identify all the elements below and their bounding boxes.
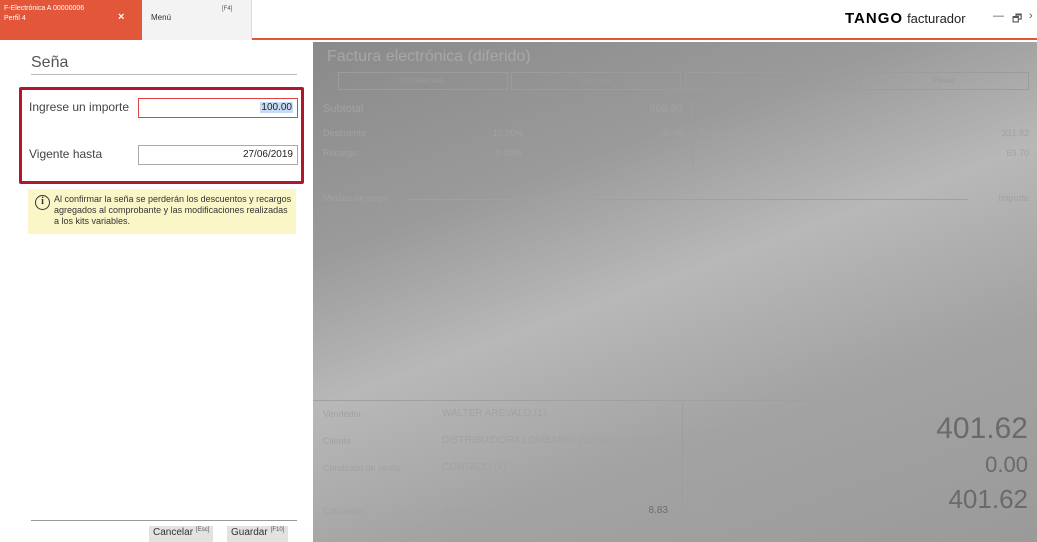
invoice-tab-promociones: Promociones [685, 72, 855, 90]
invoice-tab-pasos: Pasos [859, 72, 1029, 90]
total-sin-promociones-label: Total sin promociones [691, 428, 769, 437]
restore-icon[interactable]: 🗗 [1012, 10, 1022, 29]
tab-factura-title: F-Electrónica A 00000006 [4, 5, 85, 12]
importe-label: Ingrese un importe [29, 100, 130, 114]
save-label: Guardar [231, 527, 268, 538]
tab-menu-shortcut: [F4] [222, 6, 233, 12]
invoice-background: Factura electrónica (diferido) Encabezad… [313, 42, 1037, 542]
close-tab-icon[interactable]: × [118, 11, 124, 23]
subtotal-value: 368.80 [649, 103, 683, 115]
cliente-label: Cliente [323, 436, 352, 446]
tab-menu-label: Menú [151, 13, 172, 22]
subtotal-label: Subtotal [323, 103, 364, 115]
abonado-label: Abonado [691, 463, 724, 472]
invoice-action-button [960, 526, 1028, 542]
invoice-tab-articulos: Artículos [511, 72, 681, 90]
cliente-discount: 10.00% dto. [618, 436, 661, 445]
iva-value: 69.70 [1006, 148, 1029, 158]
importe-value: 100.00 [260, 102, 293, 113]
resta-value: 401.62 [948, 484, 1028, 514]
invoice-tab-encabezado: Encabezado [338, 72, 508, 90]
title-divider [31, 74, 297, 75]
vendedor-value: WALTER AREVALO (1) [442, 408, 547, 419]
tab-factura-electronica[interactable]: F-Electrónica A 00000006 Perfil 4 × [0, 0, 142, 40]
abonado-value: 0.00 [985, 452, 1028, 477]
cliente-value: DISTRIBUIDORA LOMBARDI (010001) [442, 435, 618, 446]
condicion-label: Condición de venta [323, 463, 401, 473]
vigente-value: 27/06/2019 [242, 149, 293, 160]
total-neto-label: Total neto [698, 128, 738, 138]
importe-input[interactable]: 100.00 [138, 98, 298, 118]
brand-logo: TANGO facturador [845, 8, 966, 28]
total-sin-promociones-value: 401.62 [936, 412, 1028, 445]
recargo-label: Recargo [323, 148, 358, 158]
vendedor-label: Vendedor [323, 409, 362, 419]
iva-label: I.V.A. [698, 148, 720, 158]
save-button[interactable]: Guardar [F10] [227, 526, 289, 542]
brand-name: TANGO [845, 9, 904, 27]
title-bar: F-Electrónica A 00000006 Perfil 4 × Menú… [0, 0, 1037, 40]
tab-menu[interactable]: Menú [F4] [142, 0, 252, 40]
totals-divider [692, 100, 693, 170]
brand-product: facturador [907, 10, 966, 26]
medios-pago-label: Medios de pago [323, 193, 388, 203]
medios-pago-line [408, 199, 968, 200]
cotizacion-label: Cotización [323, 506, 366, 516]
minimize-icon[interactable]: — [993, 10, 1004, 22]
total-neto-value: 331.92 [1001, 128, 1029, 138]
info-icon: i [35, 195, 50, 210]
tab-factura-subtitle: Perfil 4 [4, 15, 26, 22]
vigente-hasta-input[interactable]: 27/06/2019 [138, 145, 298, 165]
importe-header: Importe [998, 193, 1029, 203]
cancel-button[interactable]: Cancelar [Esc] [149, 526, 214, 542]
info-message: i Al confirmar la seña se perderán los d… [28, 189, 296, 234]
footer-divider [31, 520, 297, 521]
descuento-value: 36.88 [660, 128, 683, 138]
descuento-pct: 10.00% [493, 128, 524, 138]
info-text: Al confirmar la seña se perderán los des… [54, 194, 292, 226]
sena-panel: Seña Ingrese un importe 100.00 Vigente h… [0, 42, 312, 542]
cancel-shortcut: [Esc] [196, 527, 210, 533]
cancel-label: Cancelar [153, 527, 194, 538]
more-icon[interactable]: › [1029, 10, 1033, 22]
footer-separator [313, 400, 1037, 401]
invoice-title: Factura electrónica (diferido) [327, 48, 531, 65]
descuento-label: Descuento [323, 128, 367, 138]
cotizacion-value: 45.5000 [442, 505, 479, 516]
recargo-value: 0.00 [665, 148, 683, 158]
vigente-label: Vigente hasta [29, 147, 103, 161]
total-usd-value: 8.83 [648, 505, 668, 516]
resta-label: Resta [691, 499, 712, 508]
condicion-value: CONTADO (1) [442, 462, 507, 473]
save-shortcut: [F10] [270, 527, 285, 533]
recargo-pct: 0.00% [496, 148, 522, 158]
footer-divider-vertical [682, 404, 683, 542]
panel-title: Seña [31, 54, 69, 71]
total-usd-label: Total u$s [560, 504, 597, 514]
